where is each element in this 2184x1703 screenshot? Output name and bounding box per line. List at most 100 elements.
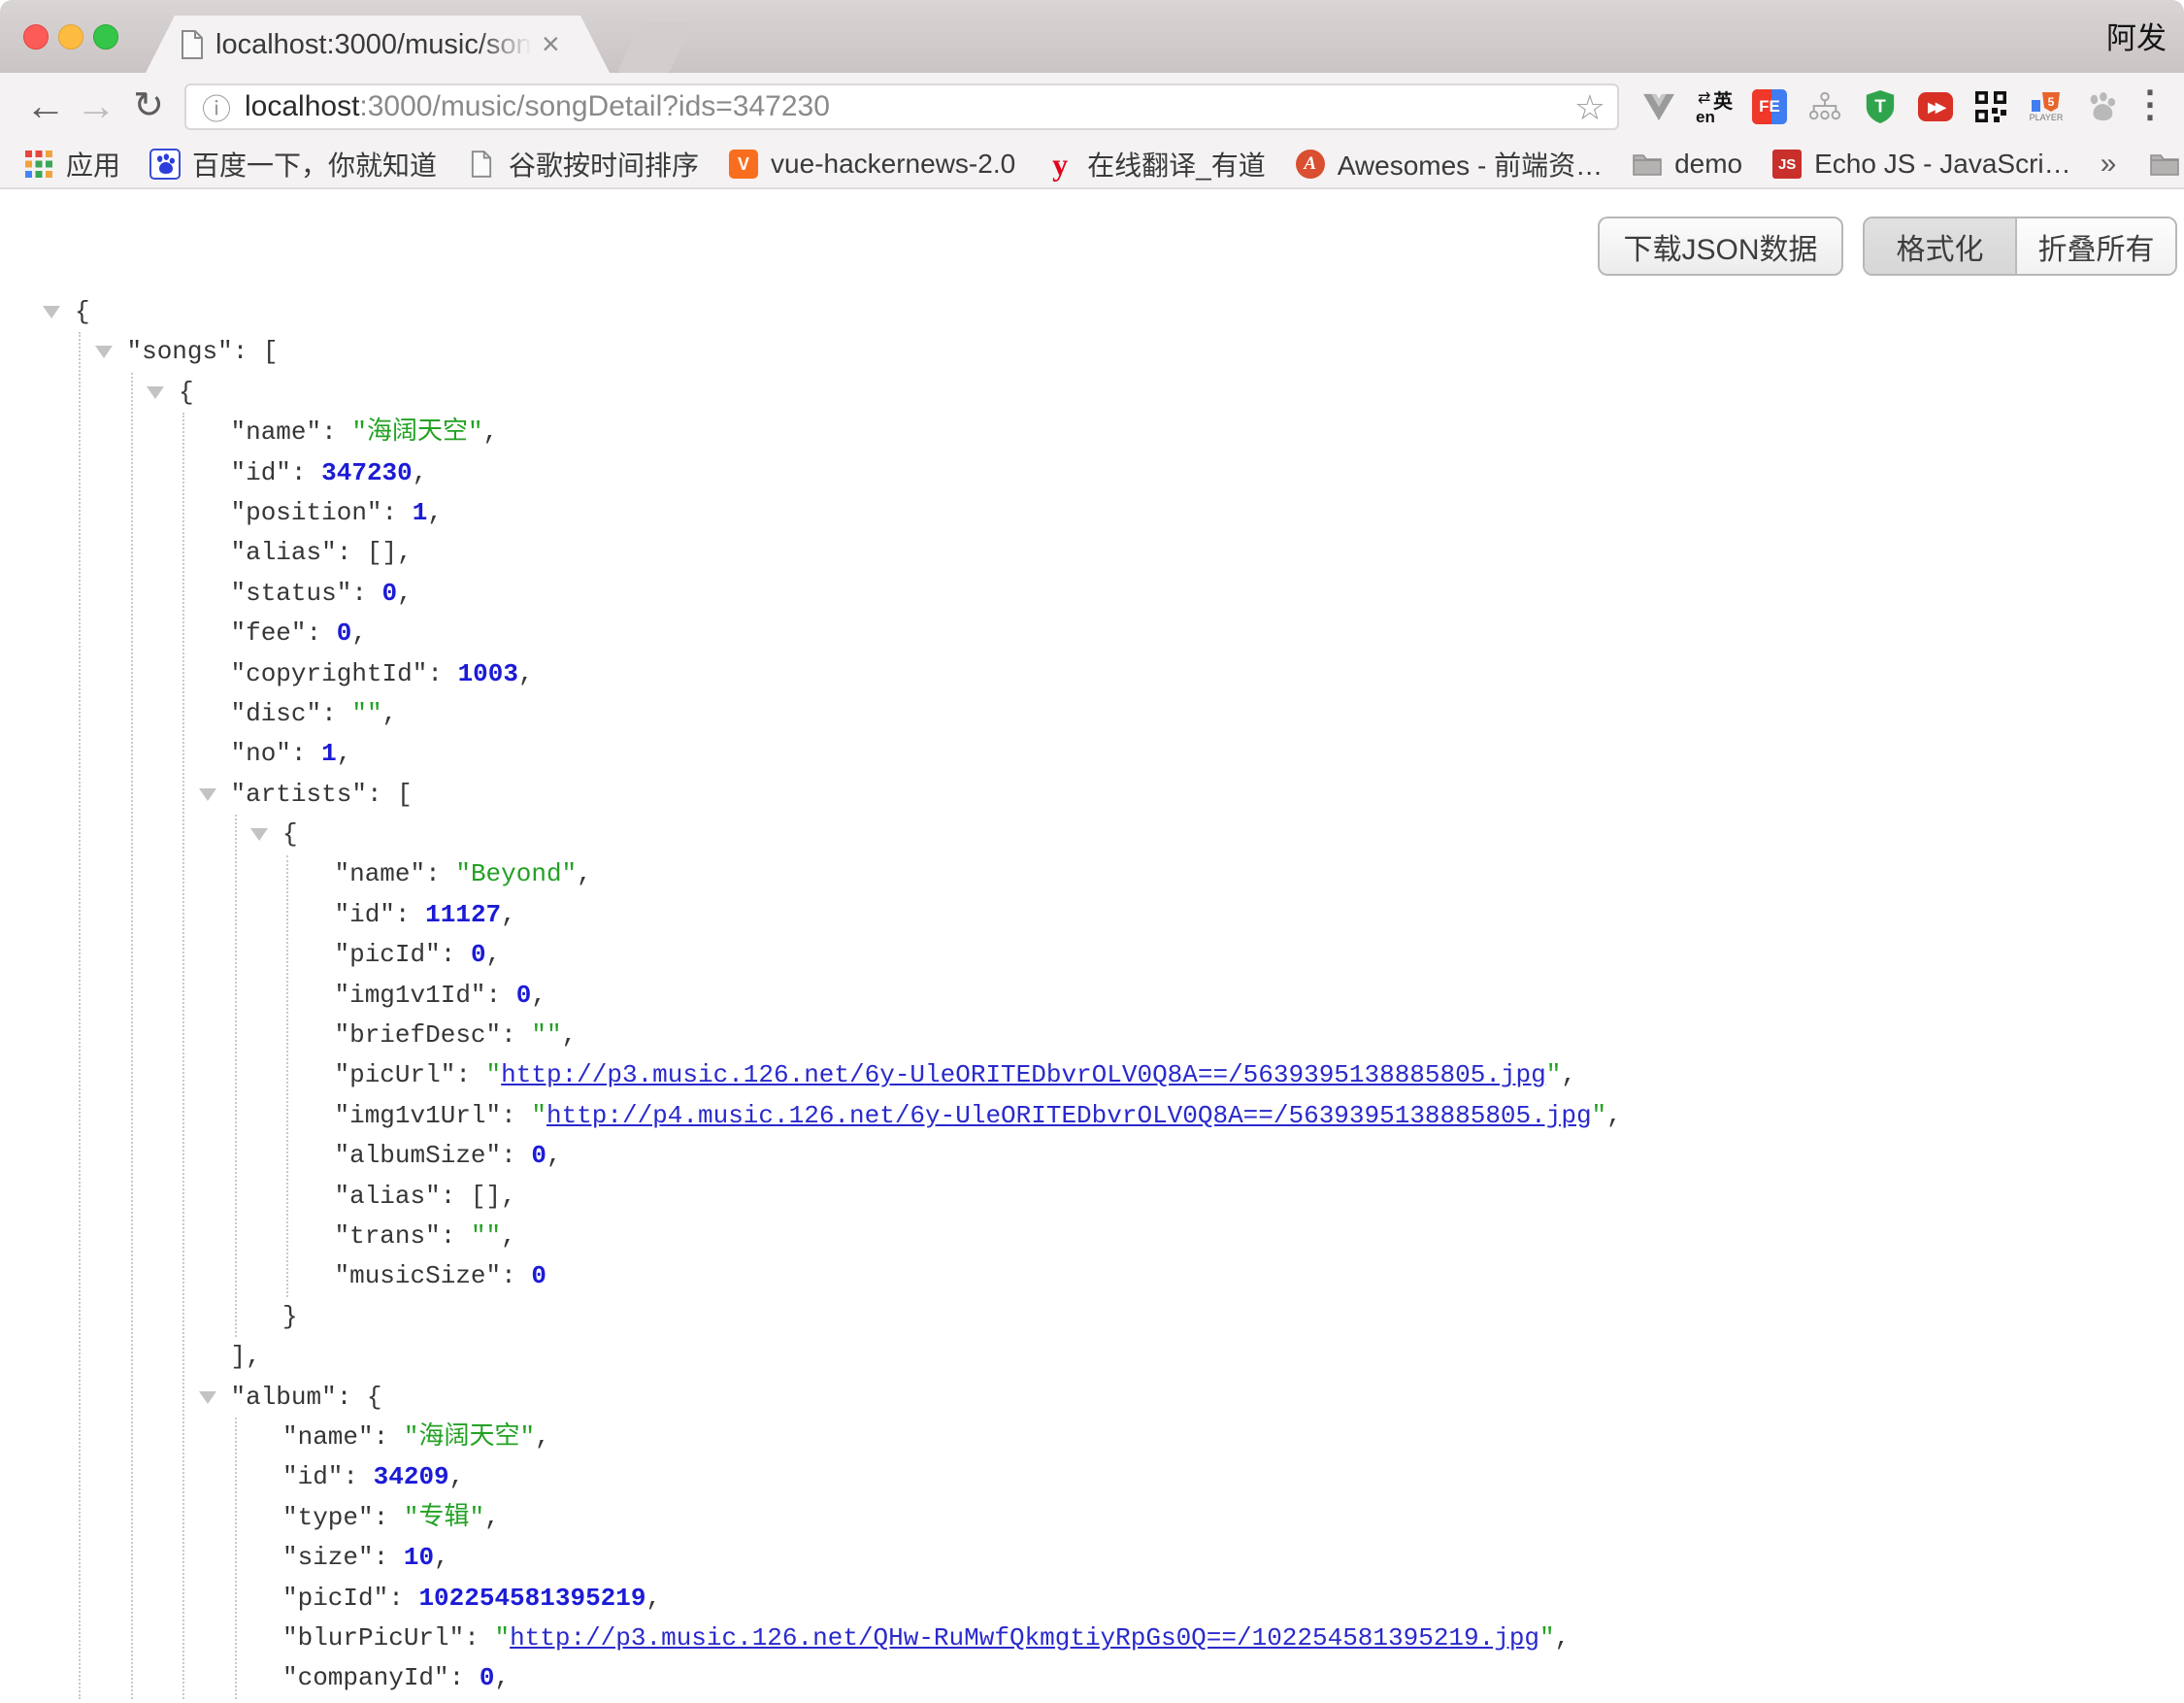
bookmark-item[interactable]: 应用 <box>23 145 120 184</box>
collapse-arrow-icon[interactable] <box>250 828 268 841</box>
browser-window: localhost:3000/music/songDet × 阿发 ← → ↻ … <box>0 0 2184 1703</box>
format-button[interactable]: 格式化 <box>1865 218 2017 274</box>
bookmark-item[interactable]: demo <box>1632 149 1742 180</box>
json-punctuation: , <box>494 1663 510 1692</box>
json-punctuation: " <box>1592 1101 1607 1130</box>
json-punctuation: " <box>1539 1623 1555 1653</box>
collapse-arrow-icon[interactable] <box>147 386 164 399</box>
folder-icon <box>2149 149 2180 180</box>
json-row: ], <box>0 1337 2184 1377</box>
json-key: "name" <box>282 1422 374 1452</box>
page-info-icon[interactable]: ⓘ <box>202 85 231 128</box>
fastforward-icon[interactable]: ▶▶ <box>1917 88 1954 125</box>
json-url-link[interactable]: http://p4.music.126.net/6y-UleORITEDbvrO… <box>546 1101 1592 1130</box>
json-punctuation: , <box>382 699 398 728</box>
json-row: "picUrl": "http://p3.music.126.net/6y-Ul… <box>0 1055 2184 1095</box>
baidu-paw-icon <box>149 149 181 180</box>
profile-name[interactable]: 阿发 <box>2106 14 2167 57</box>
back-button[interactable]: ← <box>21 73 70 141</box>
collapse-arrow-icon[interactable] <box>43 306 60 318</box>
vue-icon[interactable] <box>1640 88 1677 125</box>
fe-icon[interactable]: FE <box>1751 88 1788 125</box>
json-string: "" <box>351 699 381 728</box>
bookmark-item[interactable]: AAwesomes - 前端资… <box>1295 145 1603 184</box>
json-number: 0 <box>531 1261 546 1290</box>
json-key: "id" <box>335 900 395 929</box>
sitemap-icon[interactable] <box>1806 88 1843 125</box>
collapse-arrow-icon[interactable] <box>199 788 216 801</box>
svg-text:5: 5 <box>2048 95 2055 109</box>
json-punctuation: : <box>374 1543 404 1572</box>
qrcode-icon[interactable] <box>1972 88 2009 125</box>
bookmark-item[interactable]: 百度一下，你就知道 <box>149 145 437 184</box>
json-punctuation: : <box>351 579 381 608</box>
json-number: 10 <box>404 1543 434 1572</box>
tampermonkey-icon[interactable]: T <box>1862 88 1899 125</box>
json-url-link[interactable]: http://p3.music.126.net/6y-UleORITEDbvrO… <box>501 1060 1546 1089</box>
json-number: 34209 <box>374 1462 449 1491</box>
bookmarks-overflow-chevron[interactable]: » <box>2101 148 2117 181</box>
paw-icon[interactable] <box>2083 88 2120 125</box>
json-punctuation: : <box>501 1020 531 1050</box>
bookmark-item[interactable]: Vvue-hackernews-2.0 <box>728 149 1015 180</box>
json-punctuation: , <box>1555 1623 1571 1653</box>
apps-grid-icon <box>23 149 54 180</box>
json-key: "disc" <box>231 699 322 728</box>
new-tab-button[interactable] <box>617 21 694 73</box>
json-key: "no" <box>231 739 291 768</box>
download-json-button[interactable]: 下载JSON数据 <box>1598 217 1843 276</box>
tab-close-icon[interactable]: × <box>542 16 560 73</box>
svg-text:T: T <box>1874 97 1886 117</box>
bookmark-item[interactable]: 谷歌按时间排序 <box>466 145 699 184</box>
json-string: "Beyond" <box>455 859 577 888</box>
json-punctuation: : <box>427 659 457 688</box>
json-key: "position" <box>231 498 382 527</box>
page-favicon-icon <box>181 30 204 64</box>
json-punctuation: , <box>486 940 502 969</box>
json-punctuation: : <box>382 498 413 527</box>
json-punctuation: , <box>484 1503 500 1532</box>
json-punctuation: : <box>449 1663 480 1692</box>
collapse-arrow-icon[interactable] <box>95 346 113 358</box>
json-punctuation: " <box>1546 1060 1562 1089</box>
page-icon <box>466 149 497 180</box>
json-key: "picId" <box>282 1584 388 1613</box>
reload-button[interactable]: ↻ <box>124 73 173 141</box>
browser-tab[interactable]: localhost:3000/music/songDet × <box>146 16 610 73</box>
html5-player-icon[interactable]: 5PLAYER <box>2028 88 2065 125</box>
extensions-row: 英en⇄ FE T ▶▶ 5PLAYER <box>1640 80 2120 134</box>
zoom-window-button[interactable] <box>93 24 118 50</box>
json-number: 1003 <box>458 659 518 688</box>
json-number: 0 <box>382 579 398 608</box>
url-host: localhost <box>245 90 359 122</box>
json-url-link[interactable]: http://p3.music.126.net/QHw-RuMwfQkmgtiy… <box>510 1623 1539 1653</box>
forward-button[interactable]: → <box>72 73 120 141</box>
bookmark-star-icon[interactable]: ☆ <box>1574 87 1605 128</box>
json-key: "img1v1Url" <box>335 1101 502 1130</box>
json-key: "songs" <box>127 337 233 366</box>
json-row: "briefDesc": "", <box>0 1016 2184 1055</box>
bookmark-item[interactable]: y在线翻译_有道 <box>1044 145 1266 184</box>
other-bookmarks-folder[interactable]: 其他书签 <box>2149 145 2184 184</box>
json-punctuation: " <box>486 1060 502 1089</box>
json-punctuation: { <box>282 819 298 849</box>
json-punctuation: , <box>413 458 428 487</box>
browser-toolbar: ← → ↻ ⓘ localhost:3000/music/songDetail?… <box>0 73 2184 141</box>
collapse-all-button[interactable]: 折叠所有 <box>2017 218 2175 274</box>
translate-icon[interactable]: 英en⇄ <box>1696 88 1733 125</box>
json-row: "picId": 0, <box>0 935 2184 975</box>
json-key: "copyrightId" <box>231 659 428 688</box>
json-punctuation: , <box>1561 1060 1576 1089</box>
json-punctuation: : <box>441 1221 471 1251</box>
json-punctuation: : <box>441 940 471 969</box>
json-key: "blurPicUrl" <box>282 1623 464 1653</box>
json-key: "picUrl" <box>335 1060 456 1089</box>
chrome-menu-icon[interactable]: ⋮ <box>2132 73 2168 141</box>
json-punctuation: , <box>501 1221 516 1251</box>
collapse-arrow-icon[interactable] <box>199 1391 216 1404</box>
close-window-button[interactable] <box>23 24 49 50</box>
bookmark-item[interactable]: JSEcho JS - JavaScri… <box>1771 149 2071 180</box>
json-punctuation: : <box>291 739 321 768</box>
address-bar[interactable]: ⓘ localhost:3000/music/songDetail?ids=34… <box>184 83 1619 130</box>
minimize-window-button[interactable] <box>58 24 83 50</box>
